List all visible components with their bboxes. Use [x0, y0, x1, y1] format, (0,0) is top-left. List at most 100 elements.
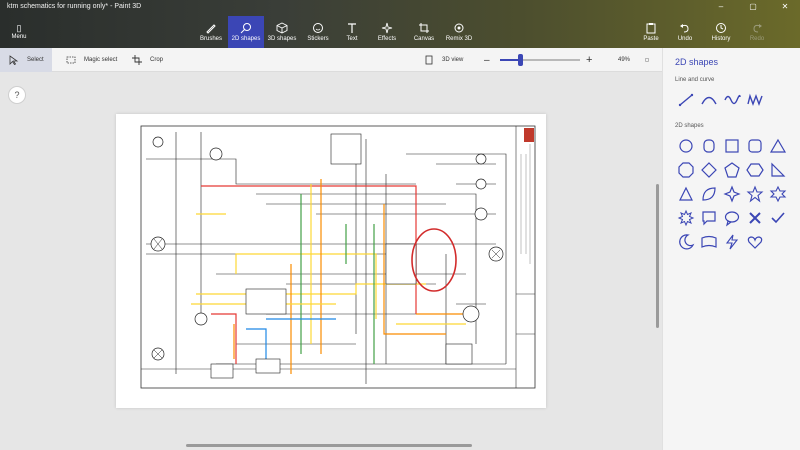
star-6-shape-icon[interactable] [769, 185, 787, 203]
tool-2d-shapes[interactable]: 2D shapes [228, 16, 264, 48]
window-title: ktm schematics for running only* - Paint… [7, 3, 142, 10]
redo-label: Redo [749, 36, 765, 42]
3d-view-icon [425, 55, 433, 65]
triangle-shape-icon[interactable] [769, 137, 787, 155]
tool-stickers[interactable]: Stickers [302, 16, 334, 48]
close-button[interactable]: ✕ [769, 0, 800, 14]
tool-remix-3d-label: Remix 3D [445, 36, 473, 42]
tool-effects[interactable]: Effects [372, 16, 402, 48]
2d-shapes-icon [240, 23, 251, 34]
diamond-shape-icon[interactable] [700, 161, 718, 179]
squiggle-icon[interactable] [746, 91, 764, 109]
history-icon [716, 23, 726, 33]
cursor-icon [9, 55, 19, 65]
check-mark-shape-icon[interactable] [769, 209, 787, 227]
command-bar: Select Magic select Crop 3D view – + 49% [0, 48, 662, 72]
tool-3d-shapes-label: 3D shapes [267, 36, 297, 42]
wave-icon[interactable] [723, 91, 741, 109]
triangle-up-shape-icon[interactable] [677, 185, 695, 203]
paste-label: Paste [643, 36, 659, 42]
fit-view-icon [645, 58, 649, 62]
history-label: History [711, 36, 731, 42]
menu-icon: ▯ [16, 23, 22, 33]
tool-canvas[interactable]: Canvas [408, 16, 440, 48]
leaf-shape-icon[interactable] [700, 185, 718, 203]
paste-button[interactable]: Paste [638, 16, 664, 48]
minimize-button[interactable]: – [705, 0, 737, 14]
tool-text-label: Text [346, 36, 358, 42]
brush-icon [206, 24, 216, 34]
magic-select-button[interactable]: Magic select [62, 48, 122, 72]
curve-icon[interactable] [700, 91, 718, 109]
wiring-schematic [140, 125, 536, 389]
crop-button[interactable]: Crop [132, 48, 172, 72]
menu-button[interactable]: ▯ Menu [6, 22, 32, 40]
square-shape-icon[interactable] [723, 137, 741, 155]
star-5-shape-icon[interactable] [746, 185, 764, 203]
rounded-octagon-shape-icon[interactable] [700, 137, 718, 155]
select-label: Select [27, 57, 44, 63]
help-button[interactable]: ? [8, 86, 26, 104]
text-icon [348, 23, 356, 33]
canvas-image[interactable] [116, 114, 546, 408]
lightning-shape-icon[interactable] [723, 233, 741, 251]
tool-brushes-label: Brushes [199, 36, 222, 42]
canvas-area[interactable]: ? [0, 72, 662, 450]
star-4-shape-icon[interactable] [723, 185, 741, 203]
maximize-button[interactable]: ▢ [737, 0, 769, 14]
redo-button[interactable]: Redo [744, 16, 770, 48]
select-button[interactable]: Select [0, 48, 52, 72]
tool-stickers-label: Stickers [307, 36, 329, 42]
zoom-out-button[interactable]: – [484, 48, 496, 72]
speech-round-shape-icon[interactable] [723, 209, 741, 227]
zoom-slider[interactable] [500, 54, 580, 66]
tool-3d-shapes[interactable]: 3D shapes [266, 16, 298, 48]
tool-canvas-label: Canvas [413, 36, 435, 42]
undo-button[interactable]: Undo [672, 16, 698, 48]
paste-icon [646, 23, 656, 34]
sticker-icon [313, 23, 323, 33]
moon-shape-icon[interactable] [677, 233, 695, 251]
tool-brushes[interactable]: Brushes [196, 16, 226, 48]
heart-shape-icon[interactable] [746, 233, 764, 251]
crop-icon [132, 55, 142, 65]
zoom-slider-thumb[interactable] [518, 54, 523, 66]
history-button[interactable]: History [706, 16, 736, 48]
hexagon-shape-icon[interactable] [746, 161, 764, 179]
panel-title: 2D shapes [675, 57, 719, 67]
3d-shapes-icon [276, 22, 288, 34]
x-mark-shape-icon[interactable] [746, 209, 764, 227]
zoom-in-button[interactable]: + [586, 48, 598, 72]
tool-2d-shapes-label: 2D shapes [231, 36, 261, 42]
effects-icon [381, 22, 393, 34]
tool-text[interactable]: Text [338, 16, 366, 48]
zoom-percent: 49% [618, 57, 631, 63]
line-curve-section-label: Line and curve [675, 77, 715, 83]
fit-view-button[interactable] [645, 48, 657, 72]
right-triangle-shape-icon[interactable] [769, 161, 787, 179]
vertical-scrollbar[interactable] [656, 184, 659, 328]
shapes-panel: 2D shapes Line and curve 2D shapes [662, 48, 800, 450]
2d-shapes-section-label: 2D shapes [675, 123, 704, 129]
3d-view-label: 3D view [442, 57, 464, 63]
horizontal-scrollbar[interactable] [186, 444, 472, 447]
title-bar: ktm schematics for running only* - Paint… [0, 0, 800, 48]
3d-view-button[interactable]: 3D view [424, 48, 470, 72]
magic-select-label: Magic select [84, 57, 118, 63]
speech-square-shape-icon[interactable] [700, 209, 718, 227]
magic-select-icon [66, 56, 76, 64]
undo-icon [680, 24, 689, 33]
line-icon[interactable] [677, 91, 695, 109]
undo-label: Undo [677, 36, 693, 42]
tool-remix-3d[interactable]: Remix 3D [442, 16, 476, 48]
tool-effects-label: Effects [377, 36, 397, 42]
banner-shape-icon[interactable] [700, 233, 718, 251]
octagon-shape-icon[interactable] [677, 161, 695, 179]
menu-label: Menu [11, 34, 27, 40]
burst-shape-icon[interactable] [677, 209, 695, 227]
pentagon-shape-icon[interactable] [723, 161, 741, 179]
canvas-icon [419, 23, 429, 33]
redo-icon [753, 24, 762, 33]
rounded-square-shape-icon[interactable] [746, 137, 764, 155]
circle-shape-icon[interactable] [677, 137, 695, 155]
